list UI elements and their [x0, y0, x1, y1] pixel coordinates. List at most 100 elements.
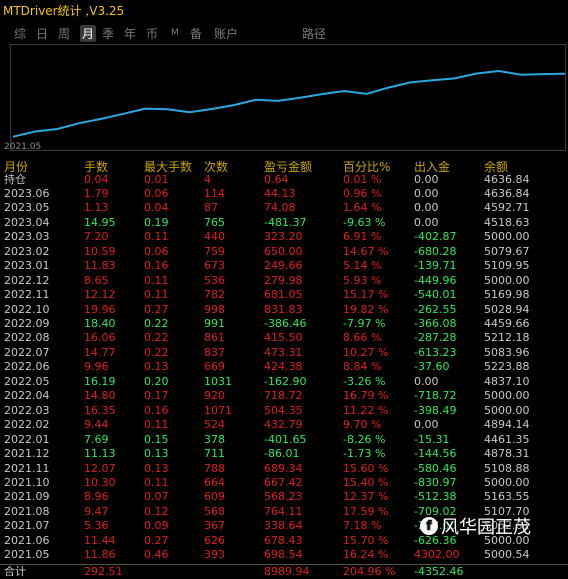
table-row: 2021.09 8.96 0.07 609 568.23 12.37 % -512.38 51… — [0, 490, 568, 504]
tab-4[interactable]: 季 — [102, 25, 114, 42]
cell-flow: -15.31 — [414, 432, 450, 446]
cell-max: 0.07 — [144, 490, 169, 504]
cell-flow: 0.00 — [414, 201, 439, 215]
tab-5[interactable]: 年 — [124, 25, 136, 42]
cell-pct: 8.66 % — [343, 331, 382, 345]
cell-bal: 5212.18 — [484, 331, 530, 345]
cell-count: 378 — [204, 432, 225, 446]
cell-month: 2023.02 — [4, 244, 50, 258]
cell-bal: 4636.84 — [484, 186, 530, 200]
tab-7[interactable]: M — [171, 28, 179, 38]
tab-2[interactable]: 周 — [58, 25, 70, 42]
cell-pnl: 424.38 — [264, 360, 303, 374]
table-row: 2021.11 12.07 0.13 788 689.34 15.60 % -580.46 5… — [0, 462, 568, 476]
cell-pct: 17.59 % — [343, 504, 389, 518]
watermark: f 风华园正茂 — [420, 513, 531, 539]
cell-pnl: 504.35 — [264, 403, 303, 417]
tab-0[interactable]: 综 — [14, 25, 26, 42]
cell-pct: 204.96 % — [343, 564, 396, 578]
cell-month: 2022.10 — [4, 302, 50, 316]
table-row: 2023.05 1.13 0.04 87 74.08 1.64 % 0.00 4592.71 — [0, 201, 568, 215]
cell-flow: -718.72 — [414, 389, 457, 403]
cell-month: 2023.04 — [4, 215, 50, 229]
cell-count: 87 — [204, 201, 218, 215]
cell-month: 2022.11 — [4, 288, 50, 302]
cell-month: 合计 — [4, 564, 26, 578]
cell-flow: 0.00 — [414, 374, 439, 388]
cell-flow: -287.28 — [414, 331, 457, 345]
cell-bal: 4894.14 — [484, 418, 530, 432]
cell-lots: 10.30 — [84, 475, 116, 489]
cell-bal: 4837.10 — [484, 374, 530, 388]
cell-bal: 5223.88 — [484, 360, 530, 374]
cell-month: 2021.11 — [4, 461, 50, 475]
cell-pct: 8.84 % — [343, 360, 382, 374]
cell-count: 920 — [204, 389, 225, 403]
cell-max: 0.11 — [144, 475, 169, 489]
cell-lots: 9.96 — [84, 360, 109, 374]
cell-max: 0.13 — [144, 447, 169, 461]
cell-max: 0.27 — [144, 302, 169, 316]
cell-lots: 12.12 — [84, 288, 116, 302]
cell-lots: 19.96 — [84, 302, 116, 316]
cell-count: 393 — [204, 548, 225, 562]
table-row: 2022.10 19.96 0.27 998 831.83 19.82 % -262.55 5… — [0, 303, 568, 317]
table-row: 2022.06 9.96 0.13 669 424.38 8.84 % -37.60 5223… — [0, 360, 568, 374]
cell-max: 0.11 — [144, 230, 169, 244]
cell-pnl: 718.72 — [264, 389, 303, 403]
cell-bal: 5000.00 — [484, 389, 530, 403]
cell-pct: 10.27 % — [343, 345, 389, 359]
cell-month: 2021.05 — [4, 548, 50, 562]
cell-count: 1071 — [204, 403, 232, 417]
cell-pct: 16.24 % — [343, 548, 389, 562]
table-row: 2023.06 1.79 0.06 114 44.13 0.96 % 0.00 4636.84 — [0, 187, 568, 201]
cell-lots: 18.40 — [84, 317, 116, 330]
cell-pnl: 44.13 — [264, 186, 296, 200]
cell-flow: 0.00 — [414, 186, 439, 200]
cell-flow: 0.00 — [414, 418, 439, 432]
cell-pnl: 650.00 — [264, 244, 303, 258]
cell-bal: 5109.95 — [484, 259, 530, 273]
cell-max: 0.16 — [144, 403, 169, 417]
cell-max: 0.19 — [144, 215, 169, 229]
cell-max: 0.22 — [144, 331, 169, 345]
tab-10[interactable]: 路径 — [302, 25, 326, 42]
cell-max: 0.22 — [144, 317, 169, 330]
cell-max: 0.11 — [144, 288, 169, 302]
cell-pct: 12.37 % — [343, 490, 389, 504]
table-row: 2021.10 10.30 0.11 664 667.42 15.40 % -830.97 5… — [0, 476, 568, 490]
cell-pct: 11.22 % — [343, 403, 389, 417]
cell-month: 2023.03 — [4, 230, 50, 244]
watermark-text: 风华园正茂 — [441, 517, 531, 538]
cell-pnl: 338.64 — [264, 519, 303, 533]
cell-lots: 7.20 — [84, 230, 109, 244]
cell-count: 524 — [204, 418, 225, 432]
tab-9[interactable]: 账户 — [214, 25, 238, 42]
table-row: 2021.05 11.86 0.46 393 698.54 16.24 % 4302.00 5… — [0, 548, 568, 562]
cell-bal: 5000.00 — [484, 475, 530, 489]
cell-pnl: 831.83 — [264, 302, 303, 316]
cell-pnl: 667.42 — [264, 475, 303, 489]
cell-pnl: 323.20 — [264, 230, 303, 244]
cell-max: 0.11 — [144, 418, 169, 432]
tab-6[interactable]: 币 — [146, 25, 158, 42]
cell-pnl: 689.34 — [264, 461, 303, 475]
cell-count: 609 — [204, 490, 225, 504]
cell-pnl: -386.46 — [264, 317, 307, 330]
tab-1[interactable]: 日 — [36, 25, 48, 42]
cell-max: 0.09 — [144, 519, 169, 533]
cell-lots: 11.83 — [84, 259, 116, 273]
f-logo-icon: f — [420, 517, 438, 535]
cell-month: 2022.01 — [4, 432, 50, 446]
cell-lots: 14.80 — [84, 389, 116, 403]
tab-8[interactable]: 备 — [190, 25, 202, 42]
cell-month: 2021.12 — [4, 447, 50, 461]
cell-pct: 7.18 % — [343, 519, 382, 533]
cell-flow: -580.46 — [414, 461, 457, 475]
table-row: 2022.03 16.35 0.16 1071 504.35 11.22 % -398.49… — [0, 404, 568, 418]
cell-flow: 4302.00 — [414, 548, 460, 562]
table-row: 2022.02 9.44 0.11 524 432.79 9.70 % 0.00 4894.1… — [0, 418, 568, 432]
cell-lots: 12.07 — [84, 461, 116, 475]
cell-lots: 7.69 — [84, 432, 109, 446]
tab-3[interactable]: 月 — [80, 25, 97, 42]
